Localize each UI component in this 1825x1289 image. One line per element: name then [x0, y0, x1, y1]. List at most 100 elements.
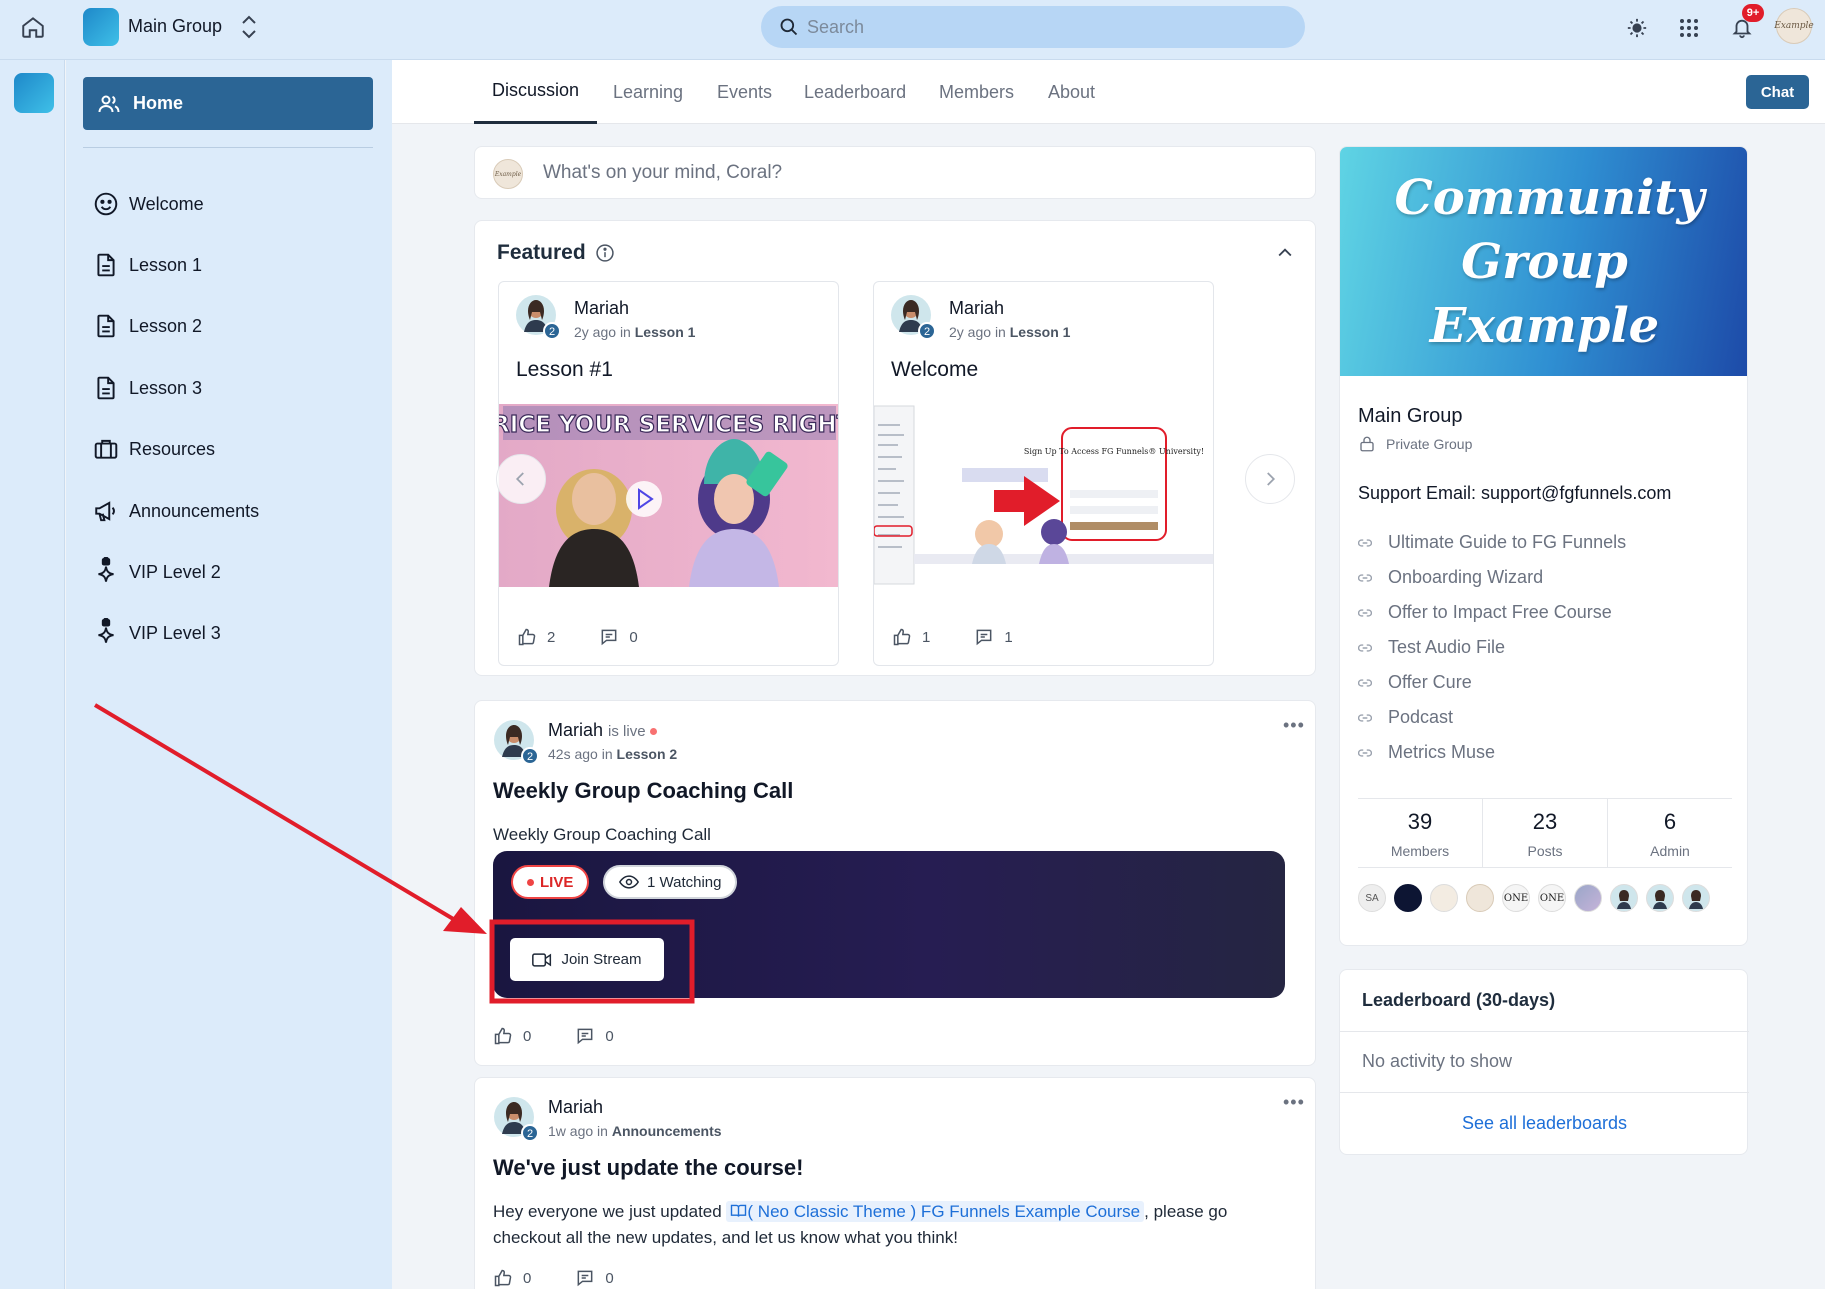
thumbs-up-icon[interactable]	[493, 1026, 513, 1046]
group-link[interactable]: Metrics Muse	[1358, 735, 1626, 770]
sidebar-divider	[83, 147, 373, 148]
member-avatar[interactable]	[1430, 884, 1458, 912]
post-title[interactable]: We've just update the course!	[493, 1155, 803, 1181]
live-status: is live	[608, 723, 646, 740]
featured-card[interactable]: 2 Mariah 2y ago in Lesson 1 Welcome Sign…	[873, 281, 1214, 666]
sidebar-item-label: Announcements	[129, 500, 260, 521]
space-link[interactable]: Announcements	[612, 1123, 722, 1139]
megaphone-icon	[95, 501, 115, 522]
group-link[interactable]: Offer to Impact Free Course	[1358, 595, 1626, 630]
course-link[interactable]: ( Neo Classic Theme ) FG Funnels Example…	[726, 1201, 1145, 1222]
comment-icon[interactable]	[974, 627, 994, 647]
apps-grid-icon[interactable]	[1675, 14, 1703, 42]
member-avatar[interactable]	[1394, 884, 1422, 912]
group-link[interactable]: Podcast	[1358, 700, 1626, 735]
sidebar-item-vip-level-2[interactable]: VIP Level 2	[93, 552, 373, 592]
featured-section: Featured 2 Mariah 2y ago in Lesson 1 Les…	[474, 220, 1316, 676]
leaderboard-title: Leaderboard (30-days)	[1362, 990, 1556, 1010]
space-link[interactable]: Lesson 1	[635, 324, 696, 340]
author-avatar[interactable]: 2	[493, 1096, 539, 1142]
member-avatar[interactable]	[1682, 884, 1710, 912]
featured-card[interactable]: 2 Mariah 2y ago in Lesson 1 Lesson #1 PR…	[498, 281, 839, 666]
chevron-up-down-icon[interactable]	[238, 12, 260, 42]
sidebar-item-lesson-2[interactable]: Lesson 2	[93, 306, 373, 346]
group-link[interactable]: Test Audio File	[1358, 630, 1626, 665]
video-thumbnail[interactable]: PRICE YOUR SERVICES RIGHT!	[499, 404, 839, 587]
chevron-up-icon[interactable]	[1275, 243, 1295, 263]
admin-stat[interactable]: 6 Admin	[1608, 799, 1732, 867]
group-link[interactable]: Ultimate Guide to FG Funnels	[1358, 525, 1626, 560]
sparkle-lock-icon	[98, 618, 114, 643]
member-avatar[interactable]: SA	[1358, 884, 1386, 912]
thumbnail-text: Sign Up To Access FG Funnels® University…	[1024, 447, 1204, 456]
more-options-icon[interactable]: •••	[1283, 1092, 1305, 1113]
user-avatar[interactable]: Example	[1774, 8, 1814, 44]
tab-members[interactable]: Members	[939, 60, 1014, 124]
search-input[interactable]	[807, 6, 1287, 48]
group-name[interactable]: Main Group	[128, 16, 222, 37]
group-rail-logo[interactable]	[14, 73, 54, 113]
info-icon[interactable]	[595, 243, 615, 263]
tab-leaderboard[interactable]: Leaderboard	[804, 60, 906, 124]
more-options-icon[interactable]: •••	[1283, 715, 1305, 736]
group-link[interactable]: Onboarding Wizard	[1358, 560, 1626, 595]
composer-placeholder[interactable]: What's on your mind, Coral?	[543, 162, 782, 184]
author-name[interactable]: Mariah	[574, 298, 629, 319]
chat-button[interactable]: Chat	[1746, 75, 1809, 109]
post-body: Hey everyone we just updated ( Neo Class…	[493, 1201, 1228, 1247]
space-link[interactable]: Lesson 2	[617, 746, 678, 762]
document-icon	[97, 253, 115, 277]
post-composer[interactable]: Example What's on your mind, Coral?	[474, 146, 1316, 199]
sidebar-item-resources[interactable]: Resources	[93, 429, 373, 469]
member-avatar[interactable]	[1466, 884, 1494, 912]
sidebar-item-announcements[interactable]: Announcements	[93, 491, 373, 531]
author-badge: 2	[527, 1128, 533, 1140]
see-all-leaderboards-link[interactable]: See all leaderboards	[1340, 1113, 1749, 1134]
divider	[1340, 1092, 1749, 1093]
comment-icon[interactable]	[575, 1268, 595, 1288]
tab-events[interactable]: Events	[717, 60, 772, 124]
tab-bar: Discussion Learning Events Leaderboard M…	[392, 60, 1825, 124]
comment-icon[interactable]	[575, 1026, 595, 1046]
author-name[interactable]: Mariah	[548, 1097, 603, 1118]
tab-about[interactable]: About	[1048, 60, 1095, 124]
member-avatar[interactable]	[1610, 884, 1638, 912]
sidebar-item-lesson-3[interactable]: Lesson 3	[93, 368, 373, 408]
member-avatar[interactable]: ONE	[1538, 884, 1566, 912]
post-meta: 2y ago in Lesson 1	[949, 324, 1071, 340]
thumbs-up-icon[interactable]	[892, 627, 912, 647]
live-dot-icon	[649, 727, 657, 735]
carousel-next-button[interactable]	[1245, 454, 1295, 504]
sidebar-item-home[interactable]: Home	[83, 77, 373, 130]
space-link[interactable]: Lesson 1	[1010, 324, 1071, 340]
author-name[interactable]: Mariah	[949, 298, 1004, 319]
posts-stat[interactable]: 23 Posts	[1483, 799, 1608, 867]
author-avatar[interactable]: 2	[493, 719, 539, 765]
theme-toggle-sun-icon[interactable]	[1623, 14, 1651, 42]
thumbs-up-icon[interactable]	[517, 627, 537, 647]
post-title[interactable]: Weekly Group Coaching Call	[493, 778, 793, 804]
thumbs-up-icon[interactable]	[493, 1268, 513, 1288]
link-icon	[1358, 713, 1372, 722]
member-avatar[interactable]: ONE	[1502, 884, 1530, 912]
sidebar-item-lesson-1[interactable]: Lesson 1	[93, 245, 373, 285]
member-avatar[interactable]	[1574, 884, 1602, 912]
sidebar-item-welcome[interactable]: Welcome	[93, 184, 373, 224]
comment-icon[interactable]	[599, 627, 619, 647]
author-name[interactable]: Mariah	[548, 720, 603, 740]
tab-learning[interactable]: Learning	[613, 60, 683, 124]
tab-discussion[interactable]: Discussion	[474, 60, 598, 124]
join-stream-button[interactable]: Join Stream	[510, 938, 664, 981]
carousel-prev-button[interactable]	[496, 454, 546, 504]
group-link[interactable]: Offer Cure	[1358, 665, 1626, 700]
members-stat[interactable]: 39 Members	[1358, 799, 1483, 867]
post-title[interactable]: Lesson #1	[516, 358, 613, 382]
eye-icon	[619, 875, 639, 889]
home-icon[interactable]	[20, 14, 46, 40]
sidebar-item-vip-level-3[interactable]: VIP Level 3	[93, 613, 373, 653]
post-title[interactable]: Welcome	[891, 358, 978, 382]
page-screenshot-thumbnail[interactable]: Sign Up To Access FG Funnels® University…	[874, 404, 1214, 587]
search-bar[interactable]	[761, 6, 1305, 48]
member-avatar[interactable]	[1646, 884, 1674, 912]
group-logo[interactable]	[83, 8, 119, 46]
